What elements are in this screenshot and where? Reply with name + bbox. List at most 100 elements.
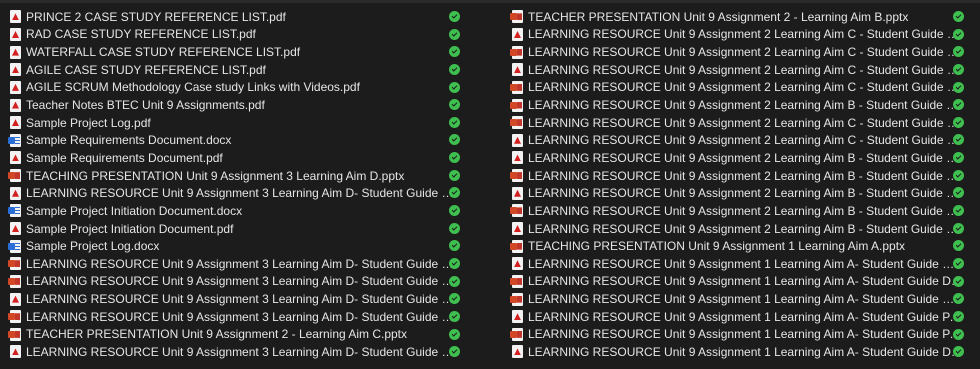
file-row[interactable]: WATERFALL CASE STUDY REFERENCE LIST.pdf <box>10 43 460 61</box>
file-name: Teacher Notes BTEC Unit 9 Assignments.pd… <box>26 98 265 113</box>
file-row[interactable]: Sample Project Initiation Document.docx <box>8 202 460 220</box>
file-row[interactable]: Sample Project Initiation Document.pdf <box>10 220 460 238</box>
synced-check-icon <box>953 116 964 128</box>
file-row[interactable]: Sample Requirements Document.docx <box>8 131 460 149</box>
powerpoint-file-icon <box>510 274 523 288</box>
file-name: WATERFALL CASE STUDY REFERENCE LIST.pdf <box>26 45 301 60</box>
powerpoint-file-icon <box>510 204 523 218</box>
file-name: TEACHING PRESENTATION Unit 9 Assignment … <box>528 239 906 254</box>
file-name: LEARNING RESOURCE Unit 9 Assignment 2 Le… <box>528 115 964 130</box>
file-row[interactable]: LEARNING RESOURCE Unit 9 Assignment 1 Le… <box>510 326 964 344</box>
file-row[interactable]: Teacher Notes BTEC Unit 9 Assignments.pd… <box>10 96 460 114</box>
powerpoint-file-icon <box>510 45 523 59</box>
file-name: LEARNING RESOURCE Unit 9 Assignment 3 Le… <box>26 274 460 289</box>
synced-check-icon <box>953 11 964 22</box>
file-row[interactable]: Sample Project Log.pdf <box>10 114 460 132</box>
pdf-file-icon <box>512 310 523 324</box>
file-name: LEARNING RESOURCE Unit 9 Assignment 3 Le… <box>26 256 460 271</box>
top-divider <box>0 0 980 3</box>
file-row[interactable]: AGILE CASE STUDY REFERENCE LIST.pdf <box>10 61 460 79</box>
file-row[interactable]: LEARNING RESOURCE Unit 9 Assignment 3 Le… <box>10 184 460 202</box>
file-column-right: TEACHER PRESENTATION Unit 9 Assignment 2… <box>510 8 964 361</box>
pdf-file-icon <box>10 10 21 24</box>
file-row[interactable]: LEARNING RESOURCE Unit 9 Assignment 2 Le… <box>512 61 964 79</box>
file-name: Sample Project Initiation Document.docx <box>26 203 243 218</box>
file-row[interactable]: LEARNING RESOURCE Unit 9 Assignment 2 Le… <box>512 131 964 149</box>
file-name: TEACHER PRESENTATION Unit 9 Assignment 2… <box>528 9 909 24</box>
file-name: LEARNING RESOURCE Unit 9 Assignment 2 Le… <box>528 45 964 60</box>
pdf-file-icon <box>10 80 21 94</box>
file-row[interactable]: LEARNING RESOURCE Unit 9 Assignment 2 Le… <box>512 220 964 238</box>
file-row[interactable]: LEARNING RESOURCE Unit 9 Assignment 3 Le… <box>10 343 460 361</box>
powerpoint-file-icon <box>510 169 523 183</box>
pdf-file-icon <box>10 345 21 359</box>
file-row[interactable]: RAD CASE STUDY REFERENCE LIST.pdf <box>10 26 460 44</box>
file-row[interactable]: LEARNING RESOURCE Unit 9 Assignment 3 Le… <box>8 273 460 291</box>
file-row[interactable]: PRINCE 2 CASE STUDY REFERENCE LIST.pdf <box>10 8 460 26</box>
synced-check-icon <box>953 257 964 269</box>
powerpoint-file-icon <box>8 169 21 183</box>
pdf-file-icon <box>10 292 21 306</box>
file-row[interactable]: LEARNING RESOURCE Unit 9 Assignment 2 Le… <box>510 114 964 132</box>
file-row[interactable]: LEARNING RESOURCE Unit 9 Assignment 2 Le… <box>510 79 964 97</box>
file-row[interactable]: LEARNING RESOURCE Unit 9 Assignment 2 Le… <box>512 26 964 44</box>
synced-check-icon <box>953 169 964 181</box>
file-row[interactable]: LEARNING RESOURCE Unit 9 Assignment 2 Le… <box>512 184 964 202</box>
file-name: Sample Project Log.pdf <box>26 115 151 130</box>
file-row[interactable]: LEARNING RESOURCE Unit 9 Assignment 1 Le… <box>510 273 964 291</box>
file-name: LEARNING RESOURCE Unit 9 Assignment 1 Le… <box>528 344 964 359</box>
synced-check-icon <box>449 116 460 128</box>
synced-check-icon <box>953 28 964 40</box>
file-row[interactable]: LEARNING RESOURCE Unit 9 Assignment 3 Le… <box>10 290 460 308</box>
pdf-file-icon <box>512 63 523 77</box>
file-row[interactable]: TEACHING PRESENTATION Unit 9 Assignment … <box>8 167 460 185</box>
synced-check-icon <box>449 81 460 93</box>
file-name: LEARNING RESOURCE Unit 9 Assignment 2 Le… <box>528 150 964 165</box>
file-row[interactable]: TEACHER PRESENTATION Unit 9 Assignment 2… <box>8 326 460 344</box>
file-name: Sample Requirements Document.docx <box>26 133 232 148</box>
file-name: LEARNING RESOURCE Unit 9 Assignment 3 Le… <box>26 186 460 201</box>
file-name: LEARNING RESOURCE Unit 9 Assignment 3 Le… <box>26 344 460 359</box>
file-name: PRINCE 2 CASE STUDY REFERENCE LIST.pdf <box>26 9 286 24</box>
file-name: LEARNING RESOURCE Unit 9 Assignment 2 Le… <box>528 203 964 218</box>
synced-check-icon <box>449 310 460 322</box>
file-row[interactable]: LEARNING RESOURCE Unit 9 Assignment 2 Le… <box>512 149 964 167</box>
synced-check-icon <box>449 275 460 287</box>
file-name: LEARNING RESOURCE Unit 9 Assignment 1 Le… <box>528 292 964 307</box>
file-row[interactable]: TEACHING PRESENTATION Unit 9 Assignment … <box>510 237 964 255</box>
file-list-view: PRINCE 2 CASE STUDY REFERENCE LIST.pdf RA… <box>0 0 980 369</box>
synced-check-icon <box>449 63 460 75</box>
file-row[interactable]: LEARNING RESOURCE Unit 9 Assignment 1 Le… <box>512 255 964 273</box>
file-row[interactable]: TEACHER PRESENTATION Unit 9 Assignment 2… <box>510 8 964 26</box>
file-row[interactable]: Sample Project Log.docx <box>8 237 460 255</box>
synced-check-icon <box>449 328 460 340</box>
synced-check-icon <box>449 257 460 269</box>
file-row[interactable]: LEARNING RESOURCE Unit 9 Assignment 2 Le… <box>510 202 964 220</box>
file-row[interactable]: LEARNING RESOURCE Unit 9 Assignment 2 Le… <box>510 43 964 61</box>
file-column-left: PRINCE 2 CASE STUDY REFERENCE LIST.pdf RA… <box>8 8 460 361</box>
pdf-file-icon <box>10 45 21 59</box>
pdf-file-icon <box>512 186 523 200</box>
pdf-file-icon <box>512 133 523 147</box>
file-row[interactable]: LEARNING RESOURCE Unit 9 Assignment 2 Le… <box>510 167 964 185</box>
file-row[interactable]: LEARNING RESOURCE Unit 9 Assignment 3 Le… <box>8 308 460 326</box>
file-name: LEARNING RESOURCE Unit 9 Assignment 2 Le… <box>528 221 964 236</box>
powerpoint-file-icon <box>510 80 523 94</box>
file-name: RAD CASE STUDY REFERENCE LIST.pdf <box>26 27 256 42</box>
pdf-file-icon <box>10 98 21 112</box>
file-row[interactable]: LEARNING RESOURCE Unit 9 Assignment 1 Le… <box>512 308 964 326</box>
file-name: TEACHING PRESENTATION Unit 9 Assignment … <box>26 168 405 183</box>
file-name: LEARNING RESOURCE Unit 9 Assignment 1 Le… <box>528 274 964 289</box>
file-row[interactable]: Sample Requirements Document.pdf <box>10 149 460 167</box>
file-name: LEARNING RESOURCE Unit 9 Assignment 3 Le… <box>26 309 460 324</box>
file-row[interactable]: LEARNING RESOURCE Unit 9 Assignment 1 Le… <box>510 290 964 308</box>
file-row[interactable]: LEARNING RESOURCE Unit 9 Assignment 3 Le… <box>8 255 460 273</box>
pdf-file-icon <box>512 151 523 165</box>
file-row[interactable]: LEARNING RESOURCE Unit 9 Assignment 2 Le… <box>510 96 964 114</box>
file-name: LEARNING RESOURCE Unit 9 Assignment 2 Le… <box>528 186 964 201</box>
file-name: LEARNING RESOURCE Unit 9 Assignment 2 Le… <box>528 27 964 42</box>
pdf-file-icon <box>512 222 523 235</box>
file-row[interactable]: AGILE SCRUM Methodology Case study Links… <box>10 79 460 97</box>
file-row[interactable]: LEARNING RESOURCE Unit 9 Assignment 1 Le… <box>512 343 964 361</box>
pdf-file-icon <box>512 345 523 359</box>
